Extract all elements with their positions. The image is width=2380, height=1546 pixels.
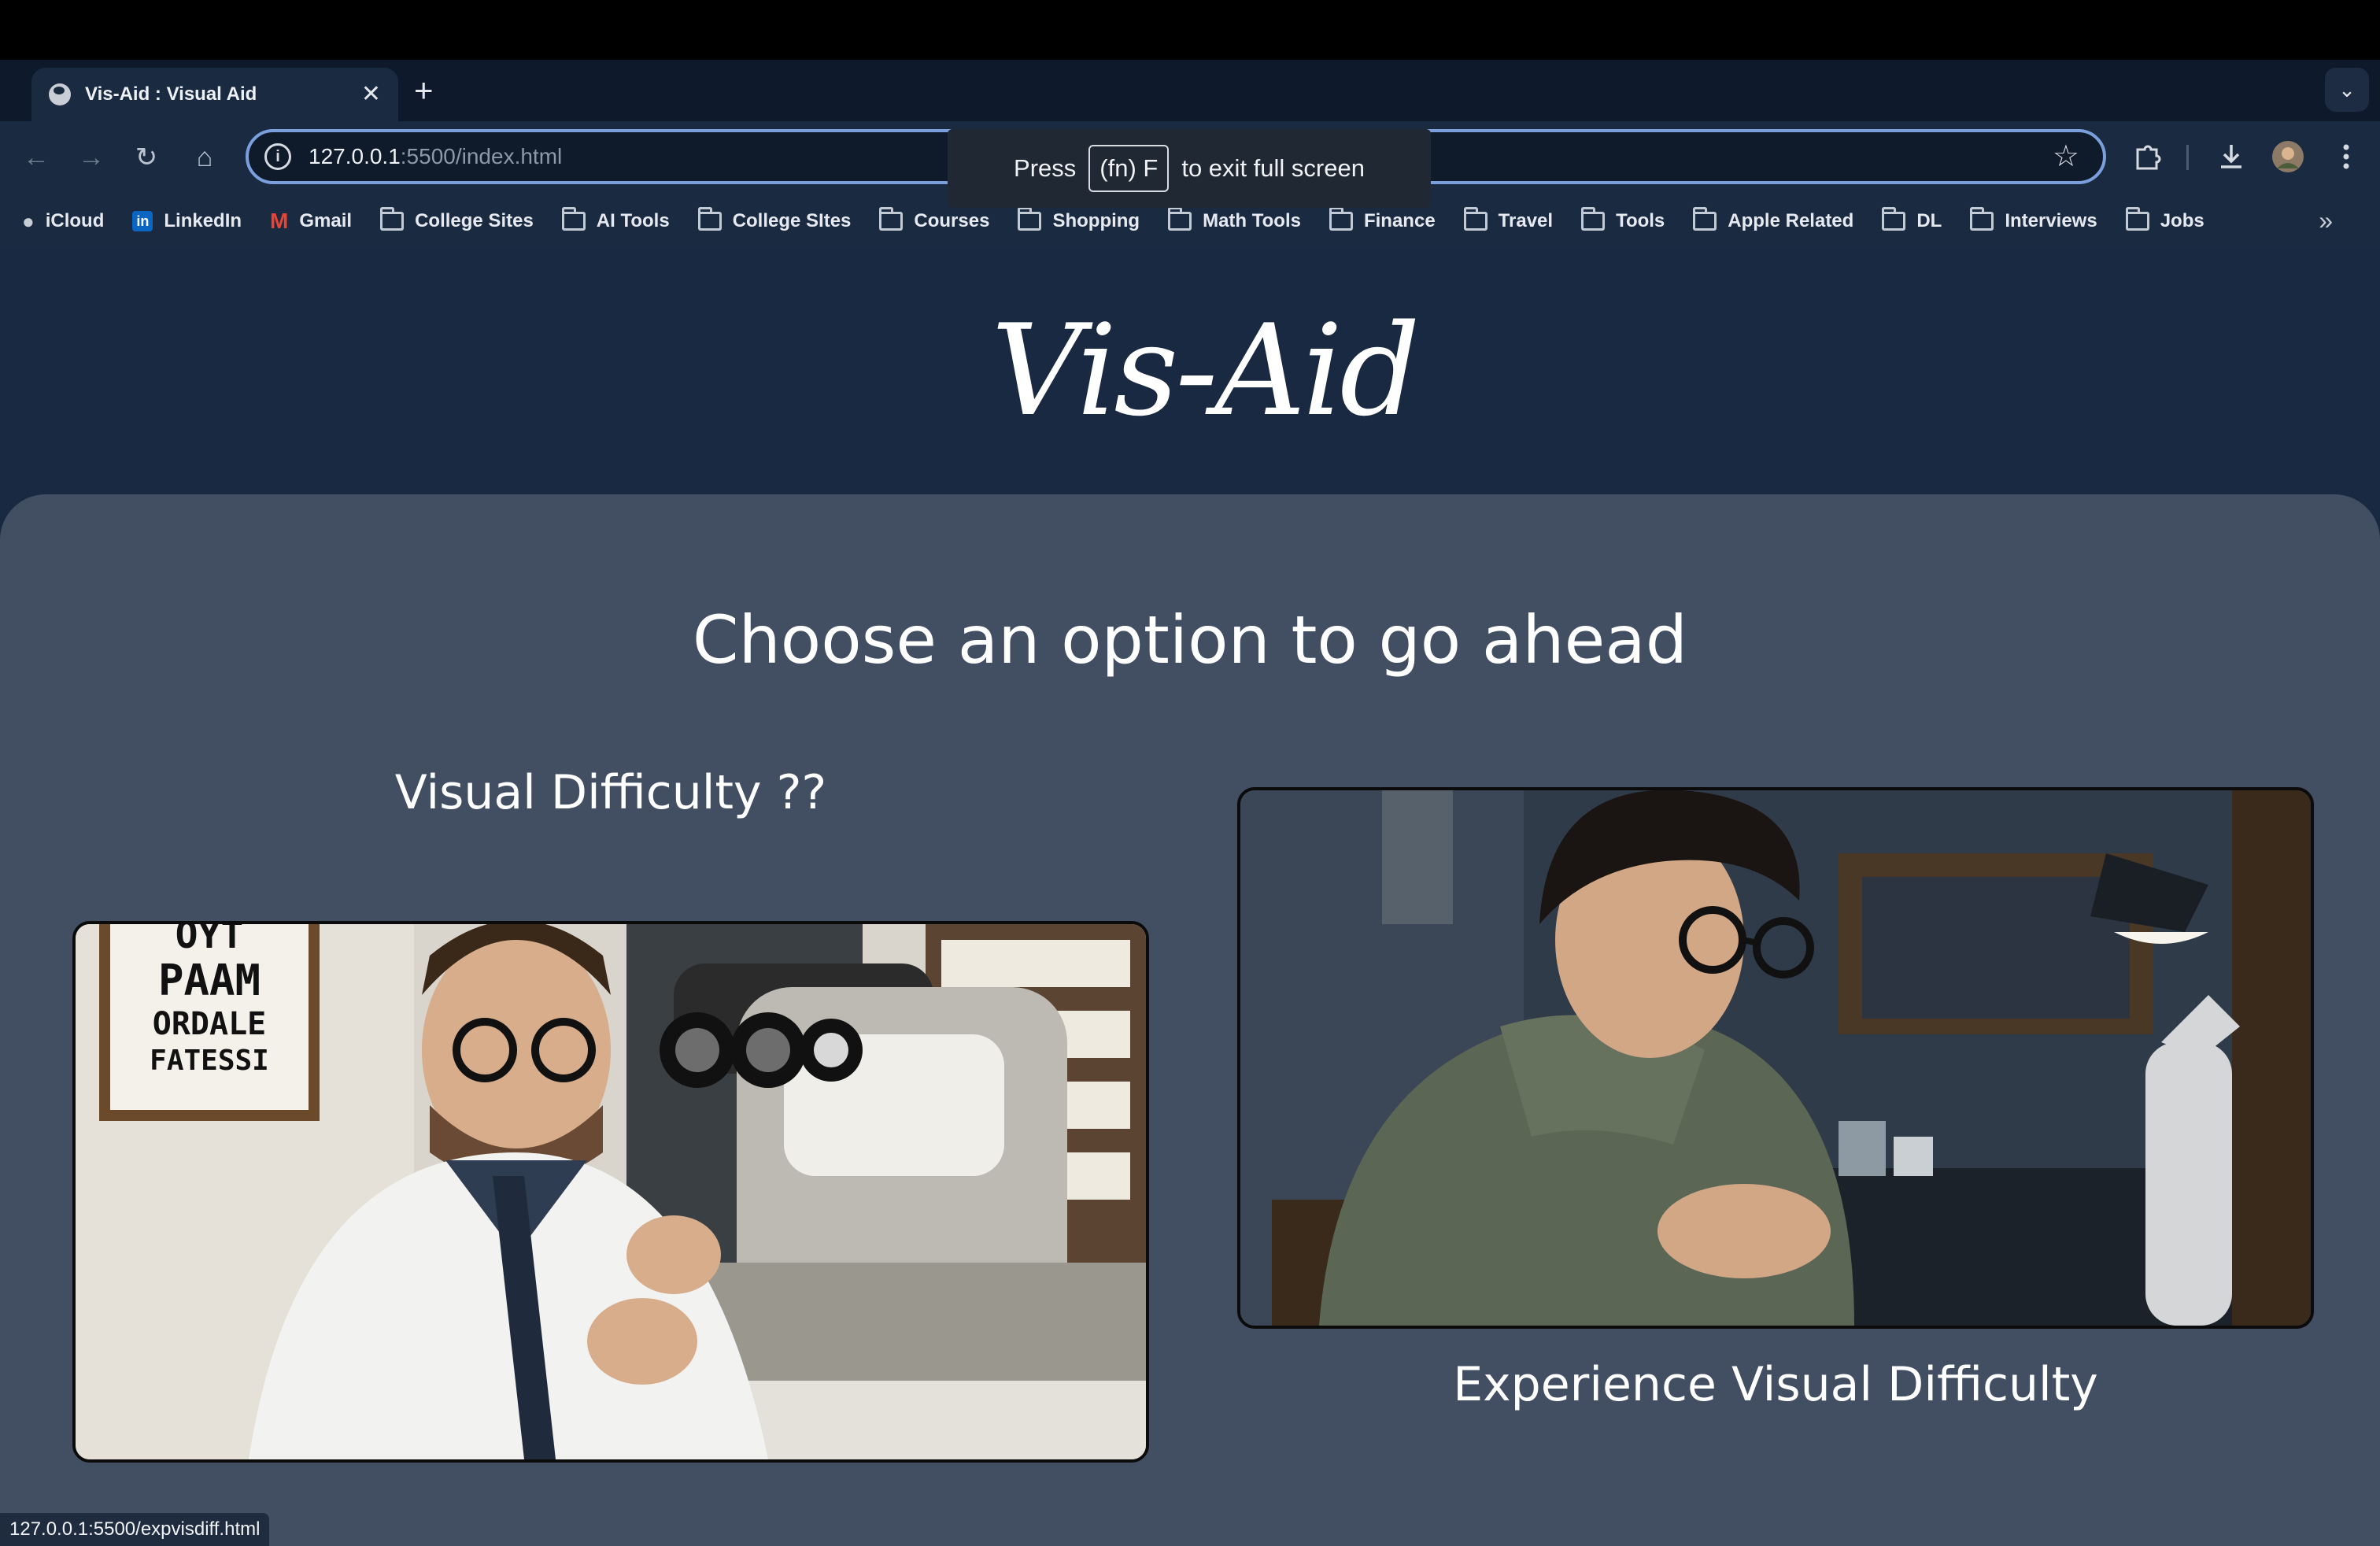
home-button[interactable]: ⌂ bbox=[186, 139, 224, 176]
folder-icon bbox=[561, 207, 586, 231]
folder-icon bbox=[1882, 207, 1906, 231]
bookmark-ai-tools[interactable]: AI Tools bbox=[561, 207, 670, 232]
bookmark-label: iCloud bbox=[45, 210, 105, 231]
folder-icon bbox=[1970, 207, 1994, 231]
folder-icon bbox=[2125, 207, 2149, 231]
toolbar-divider bbox=[2186, 145, 2189, 170]
bookmark-math-tools[interactable]: Math Tools bbox=[1168, 207, 1301, 232]
bookmark-label: Finance bbox=[1363, 210, 1436, 231]
forward-button[interactable]: → bbox=[72, 139, 110, 176]
tab-search-button[interactable]: ⌄ bbox=[2325, 68, 2369, 112]
vis-aid-logo[interactable]: Vis-Aid bbox=[929, 280, 1480, 469]
folder-icon bbox=[1463, 207, 1488, 231]
bookmark-college-sites[interactable]: College Sites bbox=[380, 207, 534, 232]
bookmark-label: AI Tools bbox=[596, 210, 670, 231]
bookmark-label: Apple Related bbox=[1728, 210, 1854, 231]
bookmark-courses[interactable]: Courses bbox=[879, 207, 990, 232]
page-heading: Choose an option to go ahead bbox=[692, 601, 1688, 679]
gmail-icon: M bbox=[270, 209, 289, 233]
bookmark-tools[interactable]: Tools bbox=[1581, 207, 1665, 232]
folder-icon bbox=[380, 207, 405, 231]
window-top-bar bbox=[0, 0, 2380, 60]
bookmark-label: Interviews bbox=[2005, 210, 2097, 231]
bookmark-shopping[interactable]: Shopping bbox=[1018, 207, 1140, 232]
folder-icon bbox=[879, 207, 904, 231]
eye-chart-line: OYT bbox=[176, 924, 244, 957]
url-text[interactable]: 127.0.0.1:5500/index.html bbox=[309, 144, 562, 169]
optometrist-illustration: OYT PAAM ORDALE FATESSI bbox=[76, 924, 1146, 1459]
folder-icon bbox=[1018, 207, 1042, 231]
close-icon[interactable]: ✕ bbox=[361, 83, 381, 106]
bookmark-label: Gmail bbox=[299, 210, 353, 231]
optometrist-photo[interactable]: OYT PAAM ORDALE FATESSI bbox=[72, 921, 1149, 1463]
status-bar-link-preview: 127.0.0.1:5500/expvisdiff.html bbox=[0, 1513, 270, 1546]
fullscreen-rest-text: to exit full screen bbox=[1181, 154, 1365, 182]
download-icon[interactable] bbox=[2215, 140, 2248, 173]
avatar[interactable] bbox=[2271, 140, 2304, 173]
page-content: Vis-Aid Choose an option to go ahead Vis… bbox=[0, 249, 2380, 1546]
bookmark-label: Travel bbox=[1498, 210, 1554, 231]
folder-icon bbox=[1329, 207, 1353, 231]
eye-chart-line: ORDALE bbox=[153, 1006, 267, 1042]
fullscreen-notice: Press (fn) F to exit full screen bbox=[948, 129, 1431, 208]
reload-button[interactable]: ↻ bbox=[128, 139, 165, 176]
bookmark-apple-related[interactable]: Apple Related bbox=[1693, 207, 1854, 232]
menu-kebab-icon[interactable] bbox=[2334, 140, 2358, 173]
bookmark-jobs[interactable]: Jobs bbox=[2125, 207, 2204, 232]
bookmark-label: Math Tools bbox=[1203, 210, 1301, 231]
bookmark-gmail[interactable]: M Gmail bbox=[270, 209, 352, 234]
back-button[interactable]: ← bbox=[17, 139, 55, 176]
bookmark-college-sites-2[interactable]: College SItes bbox=[697, 207, 852, 232]
tab-strip: Vis-Aid : Visual Aid ✕ + ⌄ bbox=[0, 60, 2380, 121]
linkedin-icon: in bbox=[132, 211, 153, 231]
reading-man-photo[interactable] bbox=[1237, 787, 2314, 1329]
new-tab-button[interactable]: + bbox=[414, 74, 434, 107]
option-visual-difficulty-label[interactable]: Visual Difficulty ?? bbox=[72, 765, 1149, 820]
apple-icon: ● bbox=[22, 209, 35, 233]
bookmark-travel[interactable]: Travel bbox=[1463, 207, 1554, 232]
bookmark-label: Courses bbox=[914, 210, 990, 231]
logo-text: Vis-Aid bbox=[991, 297, 1417, 444]
reading-man-illustration bbox=[1240, 790, 2311, 1326]
folder-icon bbox=[1168, 207, 1192, 231]
globe-icon bbox=[49, 83, 71, 105]
bookmark-interviews[interactable]: Interviews bbox=[1970, 207, 2097, 232]
site-info-icon[interactable]: i bbox=[264, 143, 291, 170]
tab-title: Vis-Aid : Visual Aid bbox=[85, 83, 257, 105]
bookmark-icloud[interactable]: ● iCloud bbox=[22, 209, 104, 234]
folder-icon bbox=[1693, 207, 1717, 231]
folder-icon bbox=[697, 207, 722, 231]
fullscreen-press-text: Press bbox=[1014, 154, 1077, 182]
bookmark-label: College SItes bbox=[732, 210, 852, 231]
bookmark-star-icon[interactable]: ☆ bbox=[2053, 139, 2079, 174]
bookmark-label: LinkedIn bbox=[164, 210, 242, 231]
eye-chart-line: FATESSI bbox=[150, 1045, 269, 1077]
bookmark-label: Jobs bbox=[2160, 210, 2204, 231]
bookmark-label: Tools bbox=[1616, 210, 1665, 231]
url-path: :5500/index.html bbox=[400, 144, 563, 168]
bookmark-linkedin[interactable]: in LinkedIn bbox=[132, 210, 242, 232]
option-experience-label[interactable]: Experience Visual Difficulty bbox=[1237, 1357, 2314, 1412]
tab-vis-aid[interactable]: Vis-Aid : Visual Aid ✕ bbox=[31, 68, 398, 121]
eye-chart-line: PAAM bbox=[158, 956, 261, 1005]
bookmark-finance[interactable]: Finance bbox=[1329, 207, 1436, 232]
folder-icon bbox=[1581, 207, 1606, 231]
bookmarks-overflow-icon[interactable]: » bbox=[2319, 206, 2333, 235]
bookmark-dl[interactable]: DL bbox=[1882, 207, 1942, 232]
fullscreen-key: (fn) F bbox=[1088, 145, 1170, 192]
extensions-icon[interactable] bbox=[2131, 142, 2163, 173]
url-host: 127.0.0.1 bbox=[309, 144, 401, 168]
bookmark-label: DL bbox=[1916, 210, 1942, 231]
bookmark-label: College Sites bbox=[415, 210, 534, 231]
bookmark-label: Shopping bbox=[1052, 210, 1140, 231]
